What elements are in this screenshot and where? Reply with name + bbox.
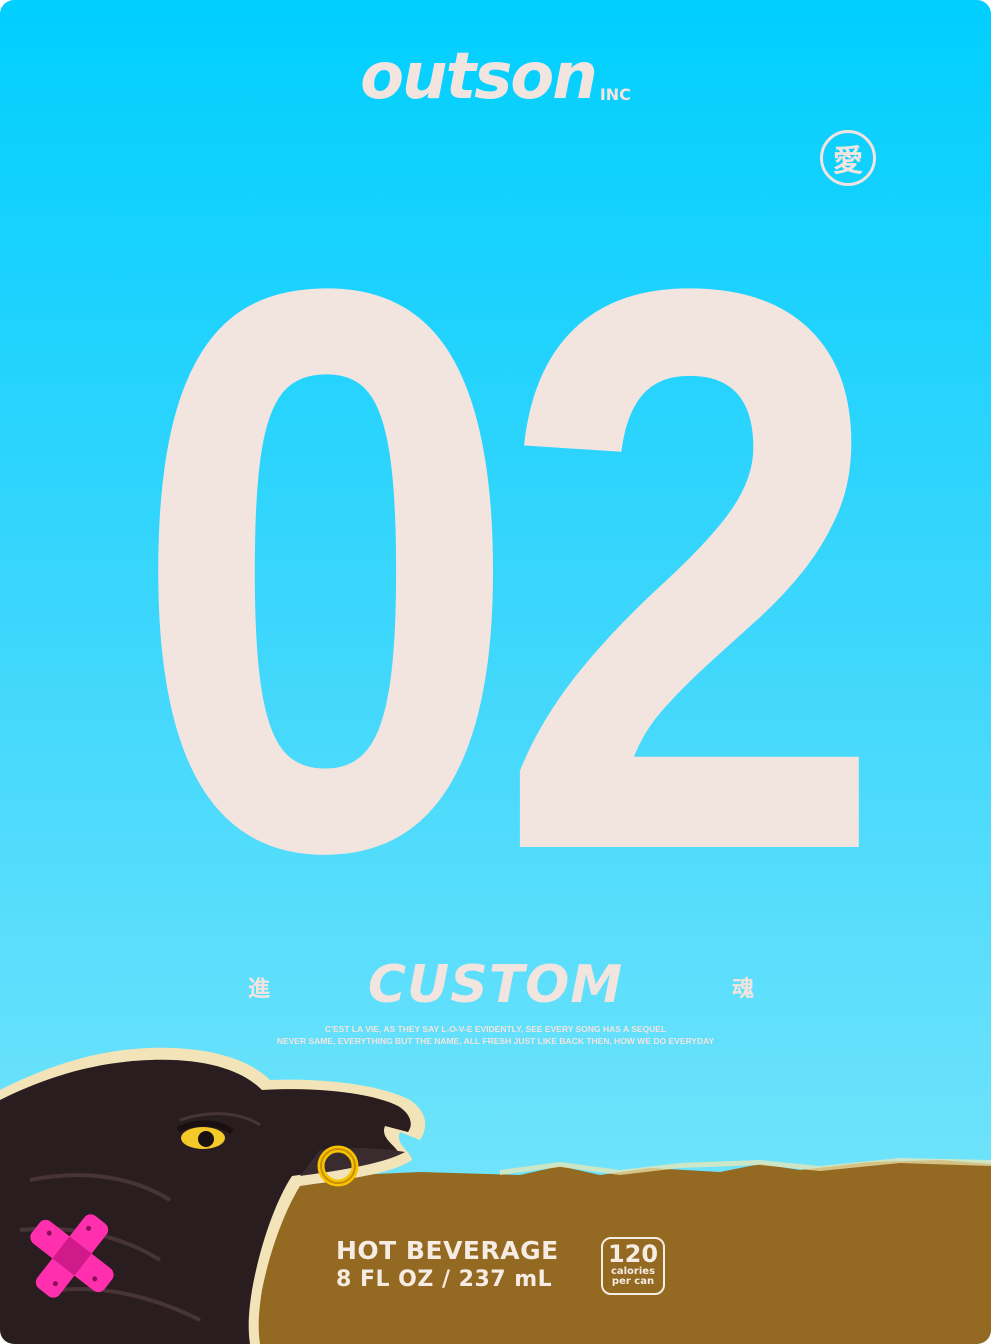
- tagline-line-2: NEVER SAME, EVERYTHING BUT THE NAME, ALL…: [276, 1036, 715, 1046]
- tagline: C'EST LA VIE, AS THEY SAY L-O-V-E EVIDEN…: [0, 1023, 991, 1047]
- side-glyph-right: 魂: [732, 977, 755, 1002]
- calories-value: 120: [607, 1240, 659, 1268]
- beverage-type: HOT BEVERAGE: [336, 1236, 559, 1265]
- crow-illustration: [0, 1047, 991, 1344]
- can-label: outson INC 愛 02 進 CUSTOM 魂 C'EST LA VIE,…: [0, 0, 991, 1344]
- product-name: CUSTOM: [367, 955, 624, 1015]
- beverage-info: HOT BEVERAGE 8 FL OZ / 237 mL: [336, 1236, 559, 1294]
- tagline-line-1: C'EST LA VIE, AS THEY SAY L-O-V-E EVIDEN…: [324, 1024, 667, 1034]
- calories-badge: 120 calories per can: [601, 1237, 665, 1295]
- calories-unit-2: per can: [611, 1276, 655, 1287]
- beverage-volume: 8 FL OZ / 237 mL: [336, 1267, 553, 1292]
- product-title-row: 進 CUSTOM 魂: [0, 955, 991, 1015]
